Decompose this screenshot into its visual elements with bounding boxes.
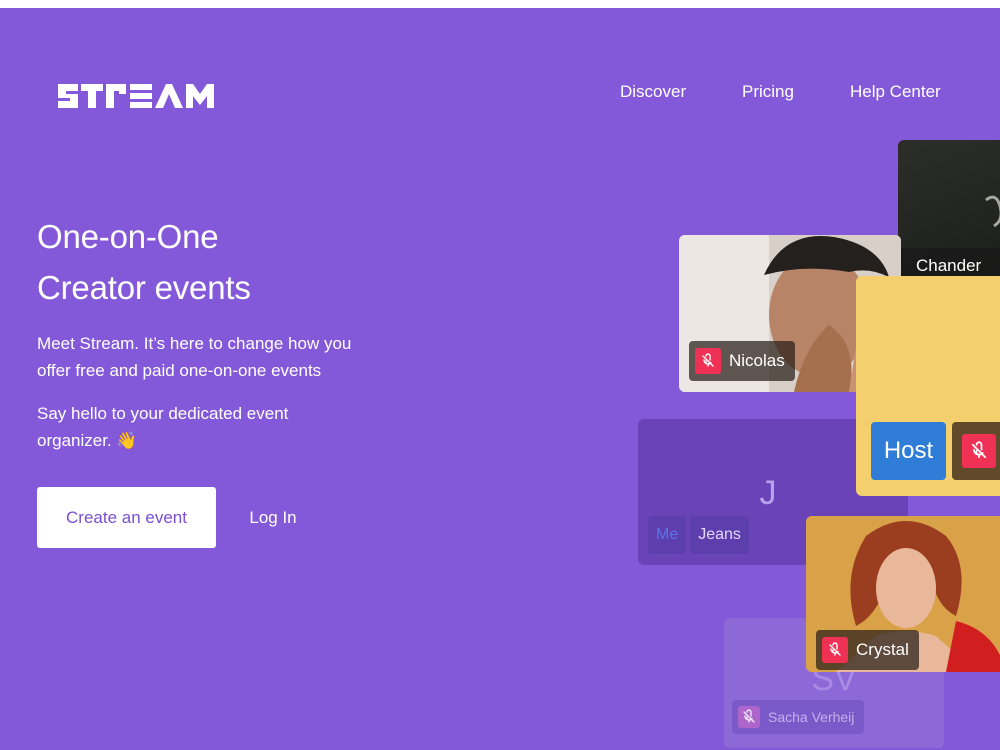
nav-help-center[interactable]: Help Center — [850, 82, 941, 102]
participant-name: Sacha Verheij — [768, 709, 855, 725]
mic-off-icon — [695, 348, 721, 374]
hero-title-line2: Creator events — [37, 269, 251, 306]
mic-off-icon — [738, 706, 760, 728]
mic-off-icon — [822, 637, 848, 663]
hero-description: Meet Stream. It’s here to change how you… — [37, 334, 352, 380]
video-tile-host: Host — [856, 276, 1000, 496]
hero-title: One-on-One Creator events — [37, 211, 251, 313]
host-mic-status — [952, 422, 1000, 480]
mic-off-icon — [962, 434, 996, 468]
hero-title-line1: One-on-One — [37, 218, 219, 255]
participant-name: Crystal — [856, 640, 909, 659]
host-badge: Host — [871, 422, 946, 480]
main-nav: Discover Pricing Help Center — [0, 82, 1000, 106]
hero-section: Discover Pricing Help Center One-on-One … — [0, 8, 1000, 750]
hero-subtext: Say hello to your dedicated event organi… — [37, 404, 289, 450]
participant-name: Jeans — [690, 516, 749, 554]
tile-name-tag: Sacha Verheij — [732, 700, 865, 734]
tile-name-tag: Me Jeans — [648, 516, 749, 554]
create-event-button[interactable]: Create an event — [37, 487, 216, 548]
nav-pricing[interactable]: Pricing — [742, 82, 794, 102]
tile-name-tag: Nicolas — [689, 341, 795, 381]
participant-name: Chander — [916, 256, 982, 275]
tile-name-tag: Crystal — [816, 630, 919, 670]
video-tile-chander: Chander — [898, 140, 1000, 290]
login-button[interactable]: Log In — [236, 487, 310, 548]
me-badge: Me — [648, 516, 687, 554]
video-tile-crystal: Crystal — [806, 516, 1000, 672]
participant-name: Nicolas — [729, 351, 785, 370]
nav-discover[interactable]: Discover — [620, 82, 686, 102]
